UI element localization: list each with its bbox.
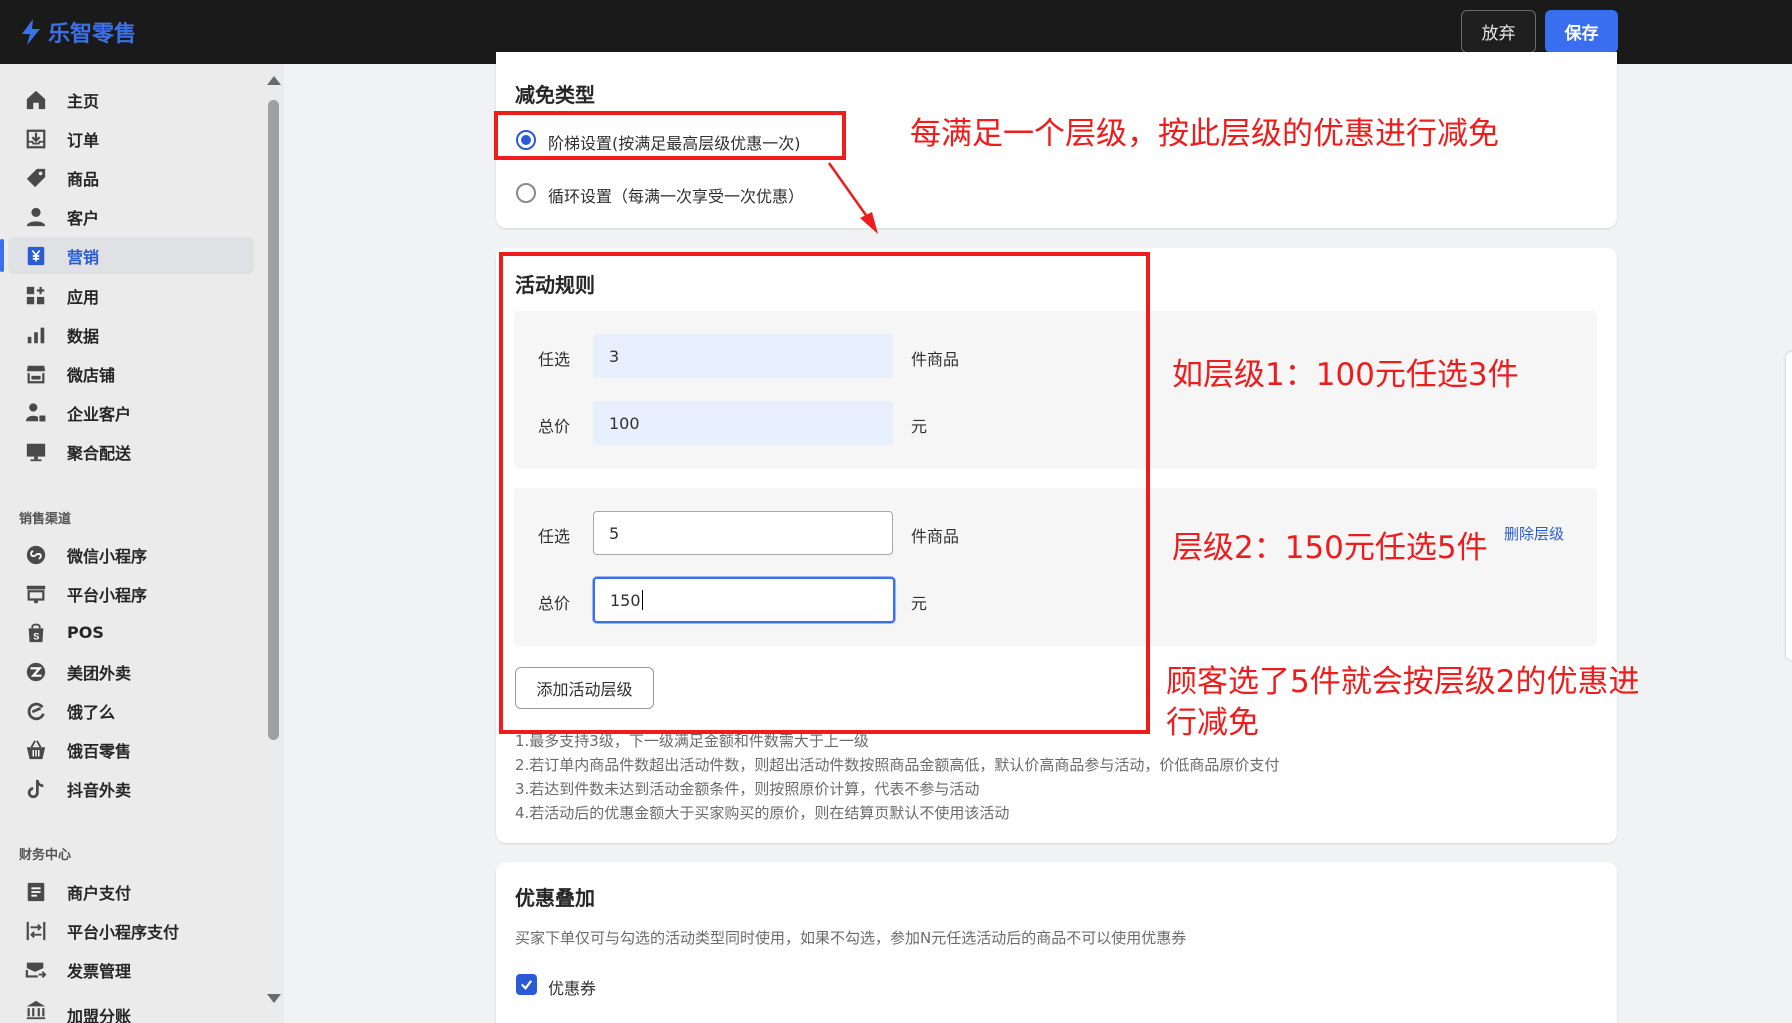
- home-icon: [24, 88, 48, 112]
- stacking-title: 优惠叠加: [515, 886, 595, 910]
- annotation-text-2: 如层级1：100元任选3件: [1172, 357, 1519, 393]
- scroll-thumb[interactable]: [268, 100, 279, 740]
- meituan-icon: [24, 660, 48, 684]
- sidebar-item-store[interactable]: 微店铺: [0, 355, 254, 392]
- enterprise-user-icon: [24, 401, 48, 425]
- sidebar-item-label: 抖音外卖: [67, 780, 132, 800]
- sidebar-item-platform-pay[interactable]: 平台小程序支付: [0, 912, 254, 949]
- check-icon: [521, 980, 533, 990]
- ledger-icon: [24, 880, 48, 904]
- sidebar-item-data[interactable]: 数据: [0, 316, 254, 353]
- stacking-description: 买家下单仅可与勾选的活动类型同时使用，如果不勾选，参加N元任选活动后的商品不可以…: [515, 929, 1187, 947]
- discount-type-title: 减免类型: [515, 83, 595, 107]
- sidebar-item-label: 商品: [67, 169, 100, 189]
- sidebar-item-label: 订单: [67, 130, 100, 150]
- rule-note-3: 3.若达到件数未达到活动金额条件，则按照原价计算，代表不参与活动: [515, 780, 980, 798]
- annotation-box-tiered: [494, 111, 846, 160]
- annotation-arrow-icon: [827, 162, 878, 234]
- sidebar-item-label: 平台小程序支付: [67, 922, 180, 942]
- scroll-up-arrow-icon[interactable]: [267, 76, 281, 85]
- finance-section-title: 财务中心: [19, 848, 72, 863]
- annotation-text-4a: 顾客选了5件就会按层级2的优惠进: [1166, 664, 1640, 700]
- sidebar-item-home[interactable]: 主页: [0, 81, 254, 118]
- douyin-icon: [24, 777, 48, 801]
- delete-tier-link[interactable]: 删除层级: [1504, 523, 1564, 544]
- sidebar-item-label: 饿了么: [67, 702, 116, 722]
- sidebar-item-label: 聚合配送: [67, 443, 132, 463]
- stacking-card: 优惠叠加 买家下单仅可与勾选的活动类型同时使用，如果不勾选，参加N元任选活动后的…: [496, 862, 1617, 1023]
- sidebar-item-label: 微店铺: [67, 365, 116, 385]
- sidebar: 主页 订单 商品 客户 营销 应用 数据 微店铺 企业客户 聚合配送 销售渠道 …: [0, 64, 284, 1023]
- platform-icon: [24, 582, 48, 606]
- save-button[interactable]: 保存: [1545, 10, 1618, 53]
- sidebar-item-label: 商户支付: [67, 883, 132, 903]
- annotation-text-4b: 行减免: [1166, 705, 1259, 741]
- user-icon: [24, 205, 48, 229]
- sidebar-item-meituan[interactable]: 美团外卖: [0, 653, 254, 690]
- pos-bag-icon: S: [24, 621, 48, 645]
- store-icon: [24, 362, 48, 386]
- rule-note-2: 2.若订单内商品件数超出活动件数，则超出活动件数按照商品金额高低，默认价高商品参…: [515, 756, 1280, 774]
- transfer-icon: [24, 919, 48, 943]
- sidebar-item-label: 客户: [67, 208, 100, 228]
- bar-chart-icon: [24, 323, 48, 347]
- coupon-checkbox[interactable]: [516, 974, 537, 995]
- right-edge-panel-handle[interactable]: [1786, 352, 1792, 660]
- svg-text:S: S: [33, 631, 39, 641]
- order-icon: [24, 127, 48, 151]
- sidebar-item-pos[interactable]: S POS: [0, 614, 254, 651]
- sidebar-item-label: 发票管理: [67, 961, 132, 981]
- sidebar-item-label: 企业客户: [67, 404, 132, 424]
- bank-icon: [24, 998, 48, 1022]
- radio-cyclic[interactable]: [516, 183, 536, 203]
- sidebar-item-label: POS: [67, 623, 104, 642]
- sidebar-item-customers[interactable]: 客户: [0, 198, 254, 235]
- sidebar-scrollbar[interactable]: [263, 64, 283, 1023]
- scroll-down-arrow-icon[interactable]: [267, 994, 281, 1003]
- sidebar-item-split-account[interactable]: 加盟分账: [0, 990, 254, 1023]
- rule-note-4: 4.若活动后的优惠金额大于买家购买的原价，则在结算页默认不使用该活动: [515, 804, 1010, 822]
- brand-bolt-icon: [22, 19, 40, 45]
- discard-button[interactable]: 放弃: [1461, 10, 1536, 53]
- sidebar-item-label: 饿百零售: [67, 741, 132, 761]
- brand-logo[interactable]: 乐智零售: [20, 16, 136, 48]
- apps-icon: [24, 284, 48, 308]
- sidebar-item-merchant-pay[interactable]: 商户支付: [0, 873, 254, 910]
- sidebar-item-label: 加盟分账: [67, 1007, 132, 1023]
- sidebar-item-enterprise[interactable]: 企业客户: [0, 394, 254, 431]
- tag-icon: [24, 166, 48, 190]
- sidebar-item-marketing[interactable]: 营销: [0, 237, 254, 274]
- sidebar-item-douyin[interactable]: 抖音外卖: [0, 770, 254, 807]
- sidebar-item-delivery[interactable]: 聚合配送: [0, 433, 254, 470]
- sidebar-item-label: 平台小程序: [67, 585, 148, 605]
- basket-icon: [24, 738, 48, 762]
- sidebar-item-invoice[interactable]: 发票管理: [0, 951, 254, 988]
- yen-icon: [24, 244, 48, 268]
- eleme-icon: [24, 699, 48, 723]
- coupon-checkbox-label[interactable]: 优惠券: [548, 975, 596, 999]
- sidebar-item-platform-mini[interactable]: 平台小程序: [0, 575, 254, 612]
- sales-channel-section-title: 销售渠道: [19, 512, 72, 527]
- sidebar-item-label: 主页: [67, 91, 100, 111]
- sidebar-item-label: 美团外卖: [67, 663, 132, 683]
- invoice-icon: [24, 958, 48, 982]
- monitor-icon: [24, 440, 48, 464]
- sidebar-item-eleme[interactable]: 饿了么: [0, 692, 254, 729]
- brand-name: 乐智零售: [48, 22, 137, 47]
- sidebar-item-ebai[interactable]: 饿百零售: [0, 731, 254, 768]
- radio-cyclic-label[interactable]: 循环设置（每满一次享受一次优惠）: [548, 183, 804, 207]
- sidebar-item-apps[interactable]: 应用: [0, 277, 254, 314]
- sidebar-item-label: 应用: [67, 287, 100, 307]
- sidebar-item-label: 营销: [67, 247, 100, 267]
- annotation-box-rules: [499, 252, 1150, 734]
- annotation-text-3: 层级2：150元任选5件: [1172, 530, 1488, 566]
- sidebar-item-label: 数据: [67, 326, 100, 346]
- sidebar-item-wechat-mini[interactable]: 微信小程序: [0, 536, 254, 573]
- sidebar-item-products[interactable]: 商品: [0, 159, 254, 196]
- annotation-text-1: 每满足一个层级，按此层级的优惠进行减免: [910, 116, 1499, 152]
- mini-program-icon: [24, 543, 48, 567]
- sidebar-item-orders[interactable]: 订单: [0, 120, 254, 157]
- sidebar-item-label: 微信小程序: [67, 546, 148, 566]
